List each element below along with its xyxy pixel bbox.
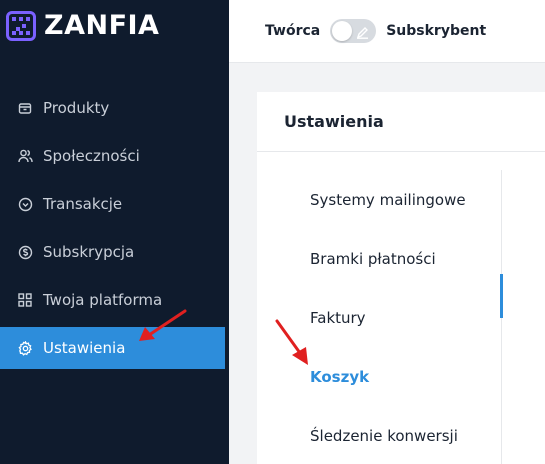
transactions-icon xyxy=(17,196,33,212)
sidebar-item-produkty[interactable]: Produkty xyxy=(0,84,229,132)
toggle-knob xyxy=(332,21,353,41)
grid-icon xyxy=(17,292,33,308)
panel-title: Ustawienia xyxy=(257,92,545,152)
sidebar-item-transakcje[interactable]: Transakcje xyxy=(0,180,229,228)
box-icon xyxy=(17,100,33,116)
subscriber-mode-label: Subskrybent xyxy=(386,23,487,39)
creator-mode-label: Twórca xyxy=(265,23,321,39)
sidebar-item-spolecznosci[interactable]: Społeczności xyxy=(0,132,229,180)
sidebar-item-label: Ustawienia xyxy=(43,339,126,357)
subnav-item-bramki-platnosci[interactable]: Bramki płatności xyxy=(257,229,501,288)
logo[interactable]: ZANFIA xyxy=(6,10,159,41)
sidebar-item-label: Transakcje xyxy=(43,195,123,213)
users-icon xyxy=(17,148,33,164)
settings-panel: Ustawienia Systemy mailingowe Bramki pła… xyxy=(257,92,545,464)
dollar-circle-icon xyxy=(17,244,33,260)
sidebar-item-subskrypcja[interactable]: Subskrypcja xyxy=(0,228,229,276)
pencil-icon xyxy=(356,24,369,43)
subnav-active-indicator xyxy=(500,274,503,318)
sidebar-item-label: Społeczności xyxy=(43,147,140,165)
sidebar: ZANFIA Produkty Społeczności Transakcje … xyxy=(0,0,229,464)
logo-icon xyxy=(6,10,36,41)
sidebar-item-twoja-platforma[interactable]: Twoja platforma xyxy=(0,276,229,324)
gear-icon xyxy=(17,340,33,356)
brand-name: ZANFIA xyxy=(44,10,160,41)
annotation-arrow-sidebar xyxy=(139,309,187,341)
sidebar-item-label: Subskrypcja xyxy=(43,243,135,261)
mode-toggle[interactable] xyxy=(330,19,377,43)
subnav-item-sledzenie-konwersji[interactable]: Śledzenie konwersji xyxy=(257,406,501,464)
sidebar-nav: Produkty Społeczności Transakcje Subskry… xyxy=(0,84,229,372)
sidebar-item-label: Produkty xyxy=(43,99,110,117)
subnav-item-systemy-mailingowe[interactable]: Systemy mailingowe xyxy=(257,170,501,229)
topbar: Twórca Subskrybent xyxy=(229,0,545,63)
annotation-arrow-subnav xyxy=(275,319,308,365)
